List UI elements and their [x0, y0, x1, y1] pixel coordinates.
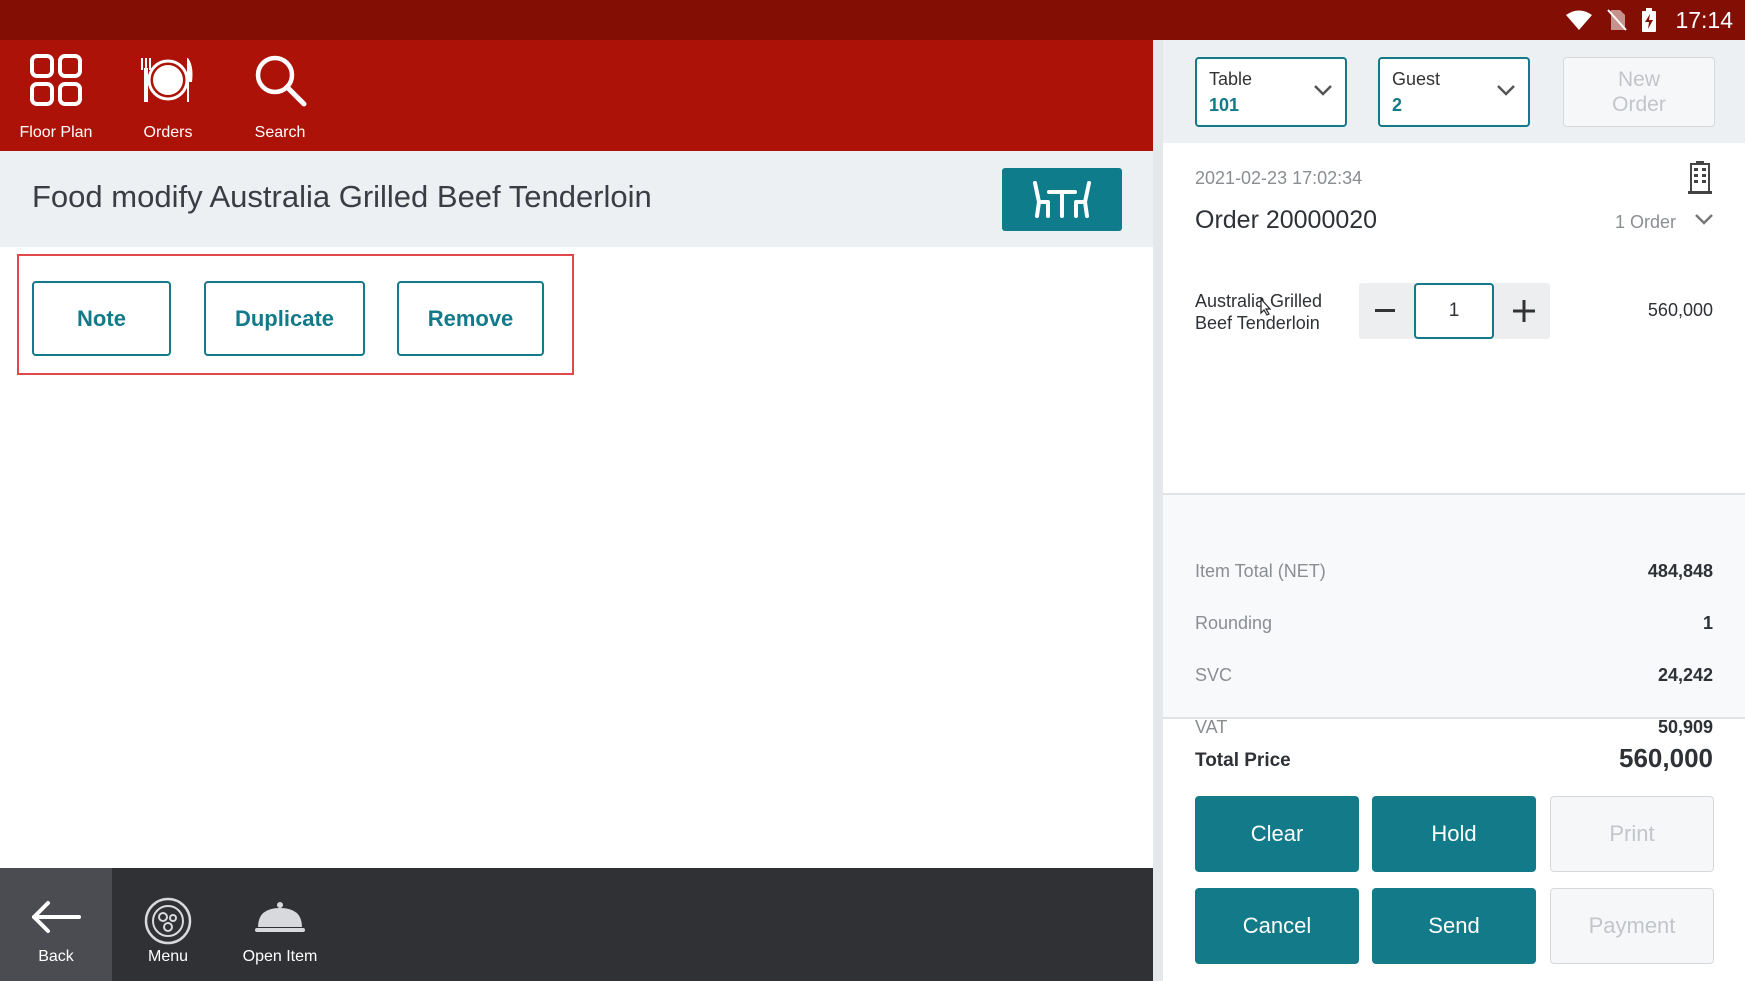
open-item-label: Open Item — [242, 948, 318, 965]
cancel-button[interactable]: Cancel — [1195, 888, 1359, 964]
summary-value: 1 — [1702, 612, 1713, 633]
nav-floor-plan[interactable]: Floor Plan — [0, 40, 112, 151]
status-bar: 17:14 — [0, 0, 1745, 40]
nav-label: Orders — [143, 124, 193, 141]
nav-label: Floor Plan — [19, 124, 93, 141]
no-sim-icon — [1607, 9, 1628, 31]
chevron-down-icon[interactable] — [1694, 212, 1714, 226]
order-number: Order 20000020 — [1195, 206, 1378, 234]
status-time: 17:14 — [1675, 6, 1733, 33]
table-view-button[interactable] — [1002, 168, 1122, 231]
clear-button[interactable]: Clear — [1195, 796, 1359, 872]
battery-charging-icon — [1642, 8, 1657, 32]
open-item-button[interactable]: Open Item — [224, 868, 336, 981]
wifi-icon — [1566, 10, 1593, 30]
chevron-down-icon — [1314, 85, 1332, 96]
summary-row: SVC 24,242 — [1195, 663, 1713, 687]
summary-row: Item Total (NET) 484,848 — [1195, 559, 1713, 583]
nav-search[interactable]: Search — [224, 40, 336, 151]
total-price-label: Total Price — [1195, 750, 1291, 771]
summary-row: Rounding 1 — [1195, 611, 1713, 635]
title-bar: Food modify Australia Grilled Beef Tende… — [0, 151, 1153, 247]
back-arrow-icon — [30, 894, 82, 940]
send-button[interactable]: Send — [1372, 888, 1536, 964]
table-select-label: Table — [1209, 69, 1253, 89]
chevron-down-icon — [1497, 85, 1515, 96]
summary-value: 24,242 — [1657, 664, 1713, 685]
order-datetime: 2021-02-23 17:02:34 — [1195, 168, 1363, 188]
nav-orders[interactable]: Orders — [112, 40, 224, 151]
menu-plate-icon — [143, 897, 193, 945]
back-label: Back — [38, 948, 74, 965]
status-icons: 17:14 — [1565, 0, 1733, 40]
quantity-stepper: 1 — [1359, 283, 1550, 339]
back-button[interactable]: Back — [0, 868, 112, 981]
menu-label: Menu — [147, 948, 189, 965]
order-summary: Item Total (NET) 484,848 Rounding 1 SVC … — [1163, 493, 1745, 737]
increase-quantity-button[interactable] — [1498, 283, 1550, 339]
summary-label: Item Total (NET) — [1195, 560, 1326, 581]
summary-value: 484,848 — [1647, 560, 1713, 581]
payment-button[interactable]: Payment — [1550, 888, 1714, 964]
bottom-nav: Back Menu Open Item — [0, 868, 1153, 981]
order-item-price: 560,000 — [1647, 300, 1713, 320]
summary-label: Rounding — [1195, 612, 1273, 633]
cloche-icon — [254, 894, 306, 940]
print-button[interactable]: Print — [1550, 796, 1714, 872]
nav-label: Search — [254, 124, 306, 141]
plus-icon — [1513, 300, 1535, 322]
new-order-button[interactable]: New Order — [1563, 57, 1715, 127]
minus-icon — [1375, 309, 1395, 312]
table-select[interactable]: Table 101 — [1195, 57, 1347, 127]
summary-row: VAT 50,909 — [1195, 715, 1713, 739]
guest-select-value: 2 — [1392, 95, 1403, 115]
order-count[interactable]: 1 Order — [1615, 212, 1676, 233]
new-order-line2: Order — [1612, 93, 1666, 116]
duplicate-button[interactable]: Duplicate — [204, 281, 365, 356]
remove-button[interactable]: Remove — [397, 281, 544, 356]
building-icon[interactable] — [1688, 160, 1712, 194]
decrease-quantity-button[interactable] — [1359, 283, 1411, 339]
floor-plan-icon — [29, 52, 83, 108]
order-panel: Table 101 Guest 2 New Order 2021-02-23 1… — [1163, 40, 1745, 981]
guest-select-label: Guest — [1392, 69, 1441, 89]
summary-label: VAT — [1195, 716, 1228, 737]
hold-button[interactable]: Hold — [1372, 796, 1536, 872]
search-icon — [253, 52, 307, 108]
item-actions-group: Note Duplicate Remove — [17, 254, 574, 375]
panel-divider — [1153, 40, 1163, 981]
new-order-line1: New — [1617, 68, 1660, 91]
summary-label: SVC — [1195, 664, 1233, 685]
guest-select[interactable]: Guest 2 — [1378, 57, 1530, 127]
orders-icon — [141, 52, 195, 108]
pos-screen: 17:14 Floor Plan Orders Search Food modi… — [0, 0, 1745, 981]
note-button[interactable]: Note — [32, 281, 171, 356]
dining-table-icon — [1033, 180, 1091, 218]
summary-value: 50,909 — [1657, 716, 1713, 737]
menu-button[interactable]: Menu — [112, 868, 224, 981]
total-price-value: 560,000 — [1619, 743, 1713, 773]
order-header: Table 101 Guest 2 New Order — [1163, 40, 1745, 143]
page-title: Food modify Australia Grilled Beef Tende… — [32, 179, 652, 214]
table-select-value: 101 — [1209, 95, 1240, 115]
mouse-cursor-icon — [1260, 298, 1272, 316]
quantity-field[interactable]: 1 — [1414, 283, 1494, 339]
top-nav: Floor Plan Orders Search — [0, 40, 1153, 151]
